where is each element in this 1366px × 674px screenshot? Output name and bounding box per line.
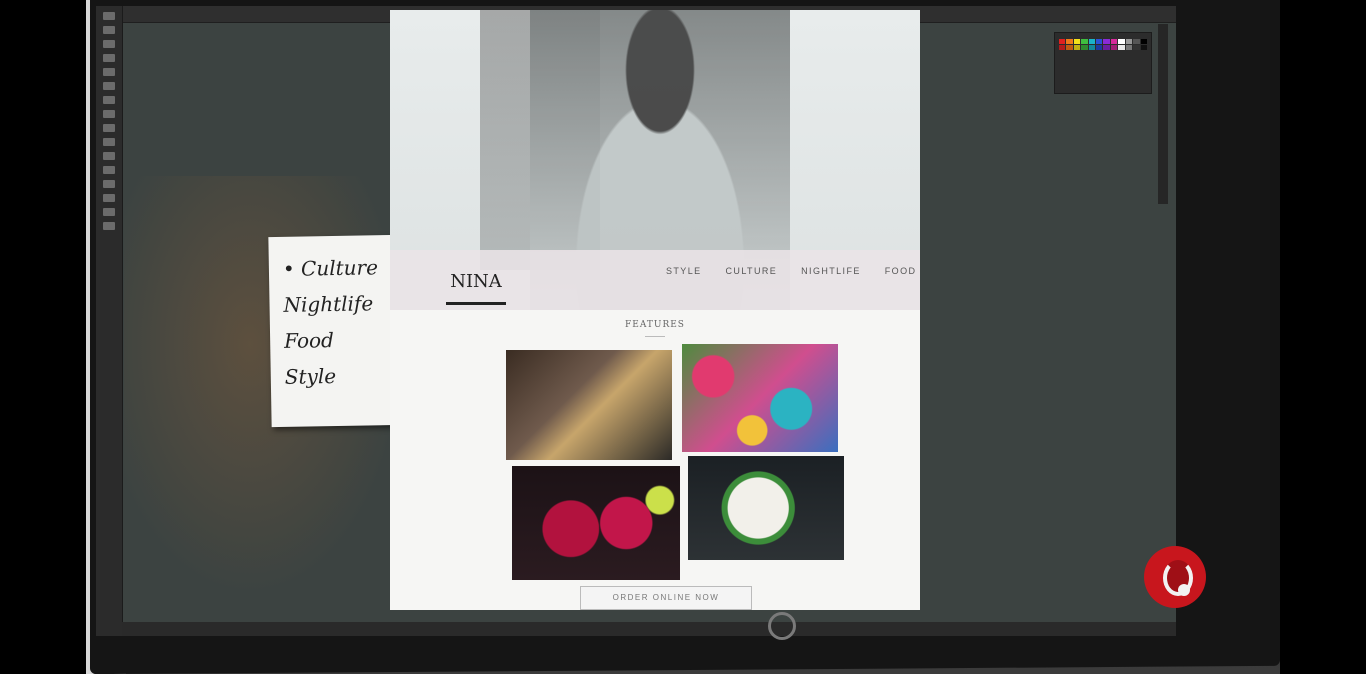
features-heading: FEATURES xyxy=(625,320,685,330)
site-logo[interactable]: NINA xyxy=(446,268,506,305)
nav-link-nightlife[interactable]: NIGHTLIFE xyxy=(801,266,861,276)
tool-icon[interactable] xyxy=(103,54,115,62)
sticky-note-item: Nightlife xyxy=(283,291,374,317)
color-swatch[interactable] xyxy=(1096,45,1103,50)
color-swatch[interactable] xyxy=(1096,39,1103,44)
letterbox-right xyxy=(1280,0,1366,674)
tool-icon[interactable] xyxy=(103,138,115,146)
tool-icon[interactable] xyxy=(103,110,115,118)
tool-icon[interactable] xyxy=(103,180,115,188)
nav-link-food[interactable]: FOOD xyxy=(885,266,917,276)
color-swatch[interactable] xyxy=(1110,45,1118,50)
brand-logo-dot xyxy=(1178,584,1190,596)
order-online-button[interactable]: ORDER ONLINE NOW xyxy=(580,586,752,610)
color-swatch[interactable] xyxy=(1103,39,1110,44)
color-swatch[interactable] xyxy=(1118,45,1125,50)
tool-icon[interactable] xyxy=(103,26,115,34)
website-mockup-canvas: NINA STYLE CULTURE NIGHTLIFE FOOD FEATUR… xyxy=(390,10,920,610)
color-swatch[interactable] xyxy=(1140,39,1147,44)
color-swatch[interactable] xyxy=(1118,39,1125,44)
color-swatch[interactable] xyxy=(1066,45,1073,50)
photoshop-toolbar[interactable] xyxy=(96,6,123,636)
color-swatch[interactable] xyxy=(1059,45,1066,50)
color-swatch[interactable] xyxy=(1103,45,1110,50)
color-swatch[interactable] xyxy=(1125,45,1133,50)
nav-link-style[interactable]: STYLE xyxy=(666,266,702,276)
swatches-panel[interactable] xyxy=(1054,32,1152,94)
tool-icon[interactable] xyxy=(103,222,115,230)
letterbox-left xyxy=(0,0,86,674)
color-swatch[interactable] xyxy=(1133,45,1140,50)
tool-icon[interactable] xyxy=(103,96,115,104)
tool-icon[interactable] xyxy=(103,12,115,20)
color-swatch[interactable] xyxy=(1140,45,1147,50)
tool-icon[interactable] xyxy=(103,68,115,76)
tool-icon[interactable] xyxy=(103,124,115,132)
color-swatch[interactable] xyxy=(1081,39,1088,44)
monitor-power-logo-icon xyxy=(768,612,796,640)
tool-icon[interactable] xyxy=(103,166,115,174)
sticky-note: • Culture Nightlife Food Style xyxy=(268,234,402,428)
color-swatch[interactable] xyxy=(1073,39,1081,44)
feature-tile-food[interactable] xyxy=(688,456,844,560)
sticky-note-item: Style xyxy=(284,363,337,389)
site-nav: STYLE CULTURE NIGHTLIFE FOOD xyxy=(666,266,916,276)
feature-tile-cocktails[interactable] xyxy=(512,466,680,580)
tool-icon[interactable] xyxy=(103,82,115,90)
nav-link-culture[interactable]: CULTURE xyxy=(726,266,778,276)
color-swatch[interactable] xyxy=(1125,39,1133,44)
photoshop-statusbar xyxy=(122,622,1176,636)
panel-dock[interactable] xyxy=(1158,24,1168,204)
tool-icon[interactable] xyxy=(103,208,115,216)
color-swatch[interactable] xyxy=(1059,39,1066,44)
tool-icon[interactable] xyxy=(103,194,115,202)
color-swatch[interactable] xyxy=(1066,39,1073,44)
sticky-note-item: • Culture xyxy=(282,255,379,281)
tool-icon[interactable] xyxy=(103,152,115,160)
color-swatch[interactable] xyxy=(1073,45,1081,50)
color-swatch[interactable] xyxy=(1110,39,1118,44)
color-swatch[interactable] xyxy=(1088,45,1096,50)
features-divider xyxy=(645,336,665,337)
color-swatch[interactable] xyxy=(1133,39,1140,44)
tool-icon[interactable] xyxy=(103,40,115,48)
swatch-grid[interactable] xyxy=(1055,33,1151,56)
hero-image xyxy=(390,10,920,310)
feature-tile-fashion[interactable] xyxy=(506,350,672,460)
color-swatch[interactable] xyxy=(1081,45,1088,50)
color-swatch[interactable] xyxy=(1088,39,1096,44)
feature-tile-art[interactable] xyxy=(682,344,838,452)
sticky-note-item: Food xyxy=(283,328,335,353)
network-brand-logo-icon xyxy=(1144,546,1206,608)
